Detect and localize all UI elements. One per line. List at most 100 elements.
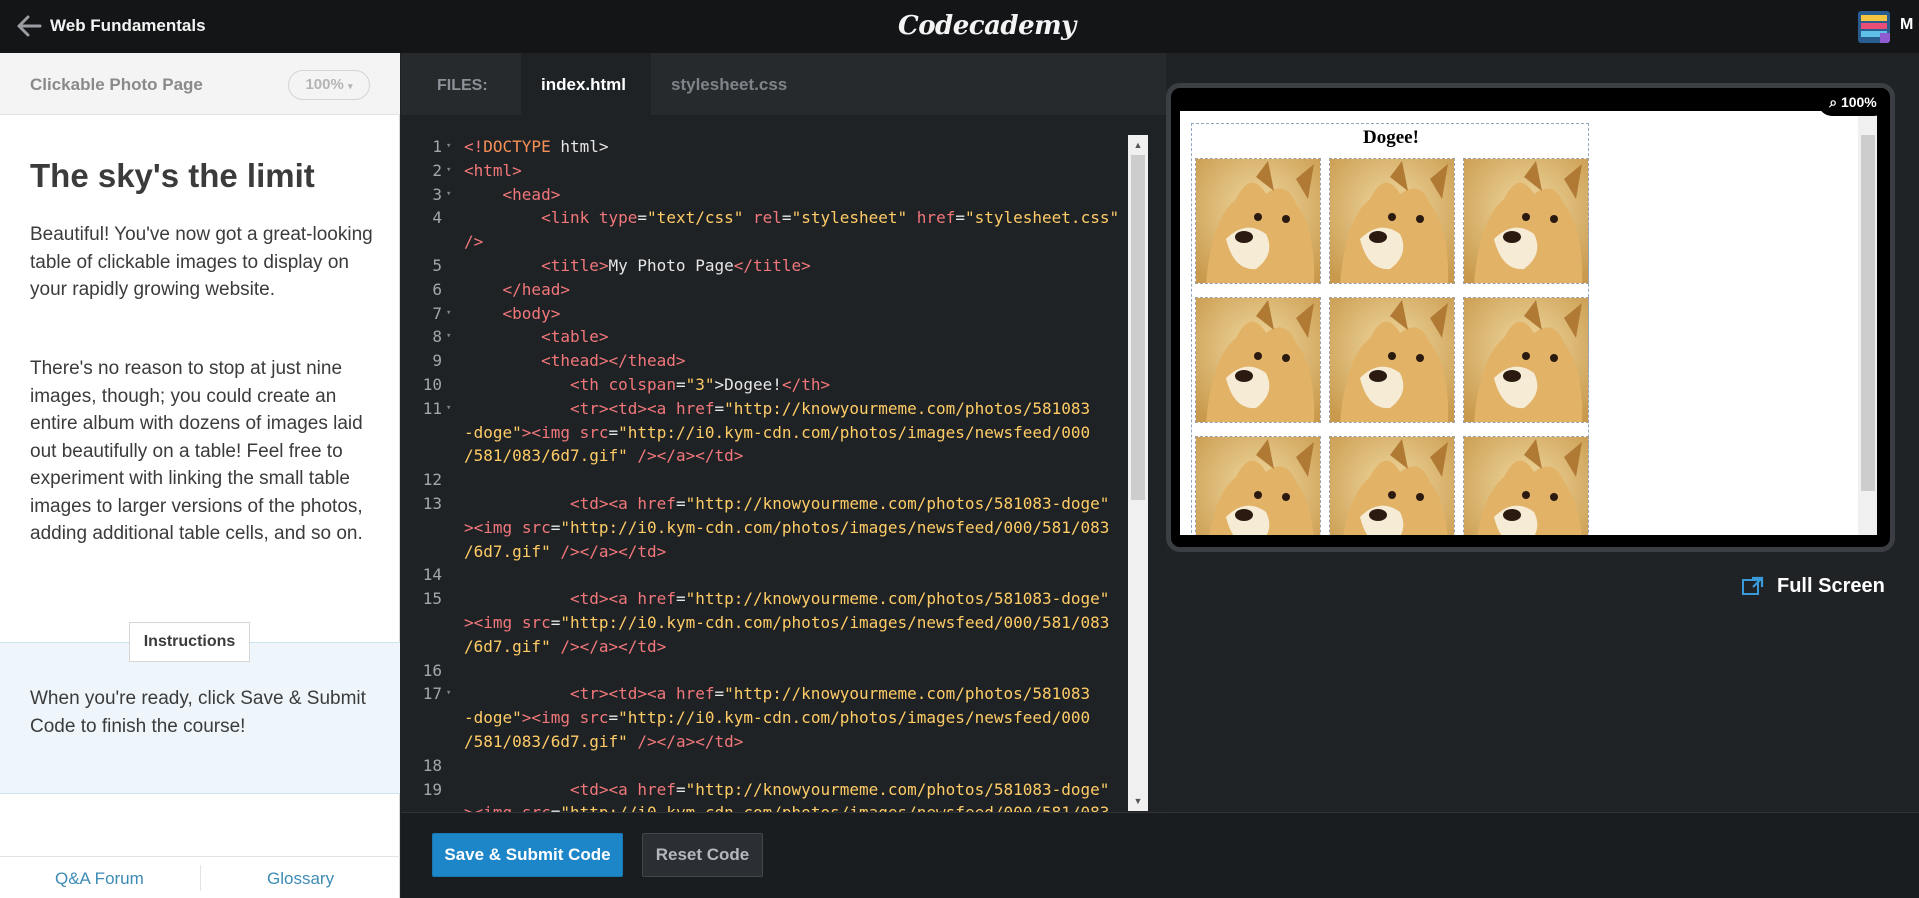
fold-arrow-icon[interactable]: ▾ xyxy=(446,682,464,706)
code-line[interactable]: ><img src="http://i0.kym-cdn.com/photos/… xyxy=(401,801,1128,812)
code-line[interactable]: 14 xyxy=(401,563,1128,587)
code-line[interactable]: 5 <title>My Photo Page</title> xyxy=(401,254,1128,278)
code-line[interactable]: 4 <link type="text/css" rel="stylesheet"… xyxy=(401,206,1128,230)
code-line[interactable]: -doge"><img src="http://i0.kym-cdn.com/p… xyxy=(401,706,1128,730)
code-editor[interactable]: 1 ▾ <!DOCTYPE html> 2 ▾ <html> 3 ▾ <head> 4 <lin… xyxy=(401,115,1166,812)
code-text[interactable]: /581/083/6d7.gif" /></a></td> xyxy=(464,730,743,754)
code-line[interactable]: 7 ▾ <body> xyxy=(401,302,1128,326)
code-line[interactable]: -doge"><img src="http://i0.kym-cdn.com/p… xyxy=(401,421,1128,445)
preview-screen[interactable]: Dogee! xyxy=(1180,111,1877,535)
line-number xyxy=(401,444,446,468)
reset-code-button[interactable]: Reset Code xyxy=(642,833,763,877)
fold-arrow-icon[interactable]: ▾ xyxy=(446,183,464,207)
preview-scrollbar-thumb[interactable] xyxy=(1861,135,1875,491)
code-text[interactable]: <html> xyxy=(464,159,522,183)
scroll-down-icon[interactable]: ▼ xyxy=(1128,791,1148,811)
code-text[interactable]: ><img src="http://i0.kym-cdn.com/photos/… xyxy=(464,516,1109,540)
line-number: 6 xyxy=(432,279,442,299)
code-line[interactable]: 13 <td><a href="http://knowyourmeme.com/… xyxy=(401,492,1128,516)
code-text[interactable]: -doge"><img src="http://i0.kym-cdn.com/p… xyxy=(464,421,1090,445)
code-text[interactable]: ><img src="http://i0.kym-cdn.com/photos/… xyxy=(464,611,1109,635)
code-line[interactable]: 6 </head> xyxy=(401,278,1128,302)
code-text[interactable]: <table> xyxy=(464,325,608,349)
code-text[interactable] xyxy=(464,659,474,683)
code-line[interactable]: 11 ▾ <tr><td><a href="http://knowyourmeme… xyxy=(401,397,1128,421)
code-text[interactable]: <!DOCTYPE html> xyxy=(464,135,609,159)
editor-scrollbar-thumb[interactable] xyxy=(1131,155,1145,500)
fold-arrow-icon[interactable]: ▾ xyxy=(446,397,464,421)
code-line[interactable]: /581/083/6d7.gif" /></a></td> xyxy=(401,730,1128,754)
doge-image-link[interactable] xyxy=(1463,158,1589,284)
scroll-up-icon[interactable]: ▲ xyxy=(1128,135,1148,155)
code-text[interactable]: <tr><td><a href="http://knowyourmeme.com… xyxy=(464,397,1090,421)
code-line[interactable]: 8 ▾ <table> xyxy=(401,325,1128,349)
glossary-link[interactable]: Glossary xyxy=(267,869,334,889)
save-submit-button[interactable]: Save & Submit Code xyxy=(432,833,623,877)
course-title[interactable]: Web Fundamentals xyxy=(50,16,206,36)
username-initial[interactable]: M xyxy=(1900,16,1913,34)
code-text[interactable]: <th colspan="3">Dogee!</th> xyxy=(464,373,830,397)
lesson-name: Clickable Photo Page xyxy=(30,75,203,94)
avatar[interactable] xyxy=(1858,11,1890,43)
code-text[interactable] xyxy=(464,563,474,587)
code-line[interactable]: 15 <td><a href="http://knowyourmeme.com/… xyxy=(401,587,1128,611)
code-text[interactable] xyxy=(464,754,474,778)
code-text[interactable]: /581/083/6d7.gif" /></a></td> xyxy=(464,444,743,468)
code-line[interactable]: 18 xyxy=(401,754,1128,778)
code-text[interactable]: /> xyxy=(464,230,483,254)
doge-image-link[interactable] xyxy=(1329,297,1455,423)
code-line[interactable]: 1 ▾ <!DOCTYPE html> xyxy=(401,135,1128,159)
code-line[interactable]: ><img src="http://i0.kym-cdn.com/photos/… xyxy=(401,611,1128,635)
doge-image-link[interactable] xyxy=(1463,297,1589,423)
fold-arrow-icon[interactable]: ▾ xyxy=(446,159,464,183)
code-line[interactable]: /6d7.gif" /></a></td> xyxy=(401,540,1128,564)
code-line[interactable]: /6d7.gif" /></a></td> xyxy=(401,635,1128,659)
code-line[interactable]: 17 ▾ <tr><td><a href="http://knowyourmeme… xyxy=(401,682,1128,706)
line-number xyxy=(401,635,446,659)
code-text[interactable]: <body> xyxy=(464,302,561,326)
code-line[interactable]: 9 <thead></thead> xyxy=(401,349,1128,373)
code-line[interactable]: 12 xyxy=(401,468,1128,492)
fold-gutter xyxy=(446,754,464,778)
code-text[interactable]: <thead></thead> xyxy=(464,349,686,373)
fold-arrow-icon[interactable]: ▾ xyxy=(446,302,464,326)
fold-arrow-icon[interactable]: ▾ xyxy=(446,325,464,349)
code-line[interactable]: ><img src="http://i0.kym-cdn.com/photos/… xyxy=(401,516,1128,540)
code-text[interactable]: <td><a href="http://knowyourmeme.com/pho… xyxy=(464,587,1109,611)
code-text[interactable]: <td><a href="http://knowyourmeme.com/pho… xyxy=(464,778,1109,802)
code-text[interactable]: ><img src="http://i0.kym-cdn.com/photos/… xyxy=(464,801,1109,812)
doge-image-link[interactable] xyxy=(1329,158,1455,284)
doge-image-link[interactable] xyxy=(1329,436,1455,535)
code-text[interactable]: <head> xyxy=(464,183,561,207)
code-line[interactable]: 2 ▾ <html> xyxy=(401,159,1128,183)
code-text[interactable]: <tr><td><a href="http://knowyourmeme.com… xyxy=(464,682,1090,706)
code-line[interactable]: 3 ▾ <head> xyxy=(401,183,1128,207)
preview-zoom-badge[interactable]: ⌕ 100% xyxy=(1818,88,1888,116)
code-line[interactable]: 16 xyxy=(401,659,1128,683)
line-number: 10 xyxy=(422,374,442,394)
doge-image-link[interactable] xyxy=(1195,436,1321,535)
back-arrow-icon[interactable] xyxy=(16,14,42,38)
code-text[interactable]: /6d7.gif" /></a></td> xyxy=(464,635,666,659)
doge-image-link[interactable] xyxy=(1463,436,1589,535)
fold-arrow-icon[interactable]: ▾ xyxy=(446,135,464,159)
code-text[interactable]: <title>My Photo Page</title> xyxy=(464,254,811,278)
code-text[interactable]: /6d7.gif" /></a></td> xyxy=(464,540,666,564)
code-line[interactable]: 19 <td><a href="http://knowyourmeme.com/… xyxy=(401,778,1128,802)
code-line[interactable]: /581/083/6d7.gif" /></a></td> xyxy=(401,444,1128,468)
code-line[interactable]: /> xyxy=(401,230,1128,254)
doge-image-link[interactable] xyxy=(1195,297,1321,423)
doge-image-link[interactable] xyxy=(1195,158,1321,284)
code-content[interactable]: 1 ▾ <!DOCTYPE html> 2 ▾ <html> 3 ▾ <head> 4 <lin… xyxy=(401,135,1128,812)
qa-forum-link[interactable]: Q&A Forum xyxy=(55,869,144,889)
code-text[interactable]: <link type="text/css" rel="stylesheet" h… xyxy=(464,206,1119,230)
code-text[interactable]: </head> xyxy=(464,278,570,302)
font-zoom-dropdown[interactable]: 100% ▾ xyxy=(288,70,370,100)
code-line[interactable]: 10 <th colspan="3">Dogee!</th> xyxy=(401,373,1128,397)
tab-index-html[interactable]: index.html xyxy=(521,53,651,115)
code-text[interactable] xyxy=(464,468,474,492)
codecademy-logo[interactable]: Codecademy xyxy=(898,11,1076,41)
tab-stylesheet-css[interactable]: stylesheet.css xyxy=(651,53,807,115)
code-text[interactable]: -doge"><img src="http://i0.kym-cdn.com/p… xyxy=(464,706,1090,730)
code-text[interactable]: <td><a href="http://knowyourmeme.com/pho… xyxy=(464,492,1109,516)
